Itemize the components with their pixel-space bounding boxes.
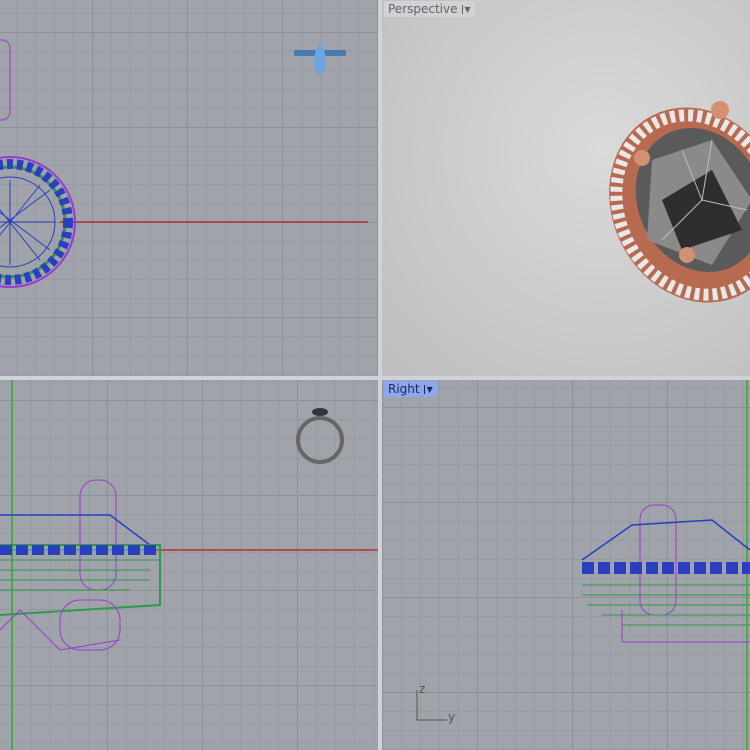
caret-down-icon[interactable]: ▼ (461, 4, 471, 14)
viewport-front[interactable] (0, 380, 378, 750)
axis-label-z: z (419, 682, 426, 696)
caret-down-icon[interactable]: ▼ (423, 384, 433, 394)
top-wireframe (0, 39, 368, 288)
viewport-label-perspective[interactable]: Perspective ▼ (384, 1, 475, 17)
viewport-right[interactable]: z y Right ▼ (382, 380, 750, 750)
viewport-title: Right (388, 382, 420, 396)
front-ring-thumbnail (296, 408, 344, 464)
top-ring-thumbnail (294, 42, 346, 76)
viewport-top[interactable] (0, 0, 378, 376)
front-wireframe (0, 380, 378, 750)
rendered-ring (609, 101, 750, 303)
viewport-perspective[interactable]: Perspective ▼ (382, 0, 750, 376)
viewport-title: Perspective (388, 2, 458, 16)
axis-label-y: y (448, 710, 456, 724)
right-wireframe (416, 380, 750, 750)
viewport-label-right[interactable]: Right ▼ (384, 381, 437, 397)
